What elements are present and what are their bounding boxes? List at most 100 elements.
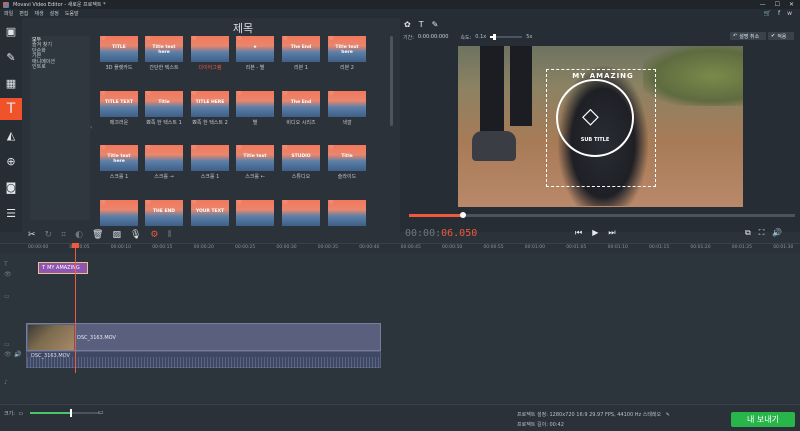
menu-help[interactable]: 도움말 xyxy=(65,10,79,17)
skip-back-icon[interactable]: ⏮ xyxy=(575,228,582,238)
menu-playback[interactable]: 재생 xyxy=(34,10,43,17)
title-template-tile[interactable]: ♡ Title text here 간단한 텍스트 xyxy=(145,36,183,72)
audio-clip[interactable]: DSC_3163.MOV xyxy=(26,351,381,368)
favorite-heart-icon[interactable]: ♡ xyxy=(101,36,105,42)
timeline-ruler[interactable]: 00:00:00 00:00:05 00:00:10 00:00:15 00:00:20… xyxy=(0,243,800,253)
import-tool[interactable]: ▣ xyxy=(0,20,22,42)
title-template-tile[interactable]: ♡ ★ 리본 - 별 xyxy=(236,36,274,72)
favorite-heart-icon[interactable]: ♡ xyxy=(283,145,287,151)
favorite-heart-icon[interactable]: ♡ xyxy=(101,200,105,206)
image-icon[interactable]: ▨ xyxy=(112,230,121,240)
zoom-out-icon[interactable]: ▭ xyxy=(18,411,23,417)
favorite-heart-icon[interactable]: ♡ xyxy=(192,200,196,206)
title-template-tile[interactable]: ♡ Title text here 스크롤 1 xyxy=(100,145,138,181)
title-template-tile[interactable]: ♡ TITLE 3D 플랫카드 xyxy=(100,36,138,72)
more-tools[interactable]: ☰ xyxy=(0,202,22,224)
video-volume-icon[interactable]: 🔊 xyxy=(14,351,21,358)
favorite-heart-icon[interactable]: ♡ xyxy=(192,91,196,97)
gallery-scrollbar[interactable] xyxy=(390,36,393,126)
favorite-heart-icon[interactable]: ♡ xyxy=(329,200,333,206)
maximize-button[interactable]: ☐ xyxy=(775,1,780,8)
menu-edit[interactable]: 편집 xyxy=(19,10,28,17)
video-preview[interactable]: MY AMAZING ◇ SUB TITLE xyxy=(458,46,743,207)
trash-icon[interactable]: 🗑 xyxy=(92,230,103,240)
filters-tool[interactable]: ✎ xyxy=(0,46,22,68)
favorite-heart-icon[interactable]: ♡ xyxy=(329,145,333,151)
title-template-tile[interactable]: ♡ Title text here 리본 2 xyxy=(328,36,366,72)
favorite-heart-icon[interactable]: ♡ xyxy=(329,91,333,97)
favorite-heart-icon[interactable]: ♡ xyxy=(192,36,196,42)
title-template-tile[interactable]: ♡ 스크롤 → xyxy=(145,145,183,181)
vk-icon[interactable]: w xyxy=(787,10,792,17)
menu-file[interactable]: 파일 xyxy=(4,10,13,17)
favorite-heart-icon[interactable]: ♡ xyxy=(237,91,241,97)
title-template-tile[interactable]: ♡ Title 슬라이드 xyxy=(328,145,366,181)
microphone-icon[interactable]: 🎙 xyxy=(130,230,141,240)
favorite-heart-icon[interactable]: ♡ xyxy=(146,145,150,151)
transitions-tool[interactable]: ▦ xyxy=(0,72,22,94)
cancel-changes-button[interactable]: ↶ 설명 취소 xyxy=(730,32,766,40)
favorite-heart-icon[interactable]: ♡ xyxy=(283,91,287,97)
video-clip[interactable]: DSC_3163.MOV xyxy=(26,323,381,351)
zoom-slider-knob[interactable] xyxy=(69,409,72,417)
title-template-tile[interactable]: ♡ 색깔 xyxy=(328,91,366,127)
category-intro[interactable]: 인트로 xyxy=(32,64,88,70)
apply-button[interactable]: ✔ 적용 xyxy=(768,32,794,40)
title-clip[interactable]: T MY AMAZING xyxy=(38,262,88,274)
favorite-heart-icon[interactable]: ♡ xyxy=(237,145,241,151)
favorite-heart-icon[interactable]: ♡ xyxy=(237,200,241,206)
duration-field[interactable]: 0:00:00:000 xyxy=(418,34,449,40)
speed-slider-knob[interactable] xyxy=(493,34,497,40)
zoom-slider[interactable] xyxy=(30,409,100,417)
video-visibility-icon[interactable]: 👁 xyxy=(4,351,12,358)
skip-forward-icon[interactable]: ⏭ xyxy=(608,228,615,238)
favorite-heart-icon[interactable]: ♡ xyxy=(329,36,333,42)
detach-preview-icon[interactable]: ⧉ xyxy=(745,228,751,238)
minimize-button[interactable]: — xyxy=(760,1,766,8)
stickers-tool[interactable]: ◭ xyxy=(0,124,22,146)
cart-icon[interactable]: 🛒 xyxy=(763,10,770,17)
text-icon[interactable]: T xyxy=(419,20,424,29)
title-template-tile[interactable]: ♡ Title text 스크롤 ← xyxy=(236,145,274,181)
title-template-tile[interactable]: ♡ Title 뾰족 한 텍스트 1 xyxy=(145,91,183,127)
favorite-heart-icon[interactable]: ♡ xyxy=(146,36,150,42)
menu-settings[interactable]: 설정 xyxy=(50,10,59,17)
favorite-heart-icon[interactable]: ♡ xyxy=(192,145,196,151)
export-button[interactable]: 내 보내기 xyxy=(731,412,795,427)
favorite-heart-icon[interactable]: ♡ xyxy=(146,200,150,206)
favorite-heart-icon[interactable]: ♡ xyxy=(101,145,105,151)
equalizer-icon[interactable]: ⫴ xyxy=(168,230,172,240)
favorite-heart-icon[interactable]: ♡ xyxy=(237,36,241,42)
title-template-tile[interactable]: ♡ 스크롤 1 xyxy=(191,145,229,181)
titles-tool[interactable]: T xyxy=(0,98,22,120)
title-template-tile[interactable]: ♡ TITLE HERE 뾰족 한 텍스트 2 xyxy=(191,91,229,127)
favorite-heart-icon[interactable]: ♡ xyxy=(283,36,287,42)
visibility-icon[interactable]: 👁 xyxy=(4,271,12,278)
crop-icon[interactable]: ⌗ xyxy=(61,230,66,240)
favorite-heart-icon[interactable]: ♡ xyxy=(101,91,105,97)
edit-settings-icon[interactable]: ✎ xyxy=(666,412,670,418)
brush-icon[interactable]: ✎ xyxy=(432,20,439,29)
rotate-icon[interactable]: ↻ xyxy=(45,230,53,240)
title-template-tile[interactable]: ♡ 별 xyxy=(236,91,274,127)
gear-icon[interactable]: ⚙ xyxy=(150,230,158,240)
title-template-tile[interactable]: ♡ The End 비디오 시리즈 xyxy=(282,91,320,127)
speed-slider[interactable] xyxy=(490,34,523,40)
zoom-in-icon[interactable]: ▭ xyxy=(98,409,104,416)
volume-icon[interactable]: 🔊 xyxy=(772,228,782,238)
title-template-tile[interactable]: ♡ TITLE TEXT 매끄러운 xyxy=(100,91,138,127)
title-template-tile[interactable]: ♡ 다이어그램 xyxy=(191,36,229,72)
frame-tool[interactable]: ◙ xyxy=(0,176,22,198)
playhead[interactable] xyxy=(72,243,79,373)
zoom-tool[interactable]: ⊕ xyxy=(0,150,22,172)
close-button[interactable]: ✕ xyxy=(789,1,794,8)
preview-scrubber[interactable] xyxy=(409,212,795,218)
fullscreen-icon[interactable]: ⛶ xyxy=(759,228,765,238)
title-template-tile[interactable]: ♡ The End 리본 1 xyxy=(282,36,320,72)
scissors-icon[interactable]: ✂ xyxy=(28,230,36,240)
facebook-icon[interactable]: f xyxy=(778,10,780,17)
scrubber-knob[interactable] xyxy=(460,212,467,218)
palette-icon[interactable]: ✿ xyxy=(404,20,411,29)
play-icon[interactable]: ▶ xyxy=(592,228,598,238)
title-template-tile[interactable]: ♡ STUDIO 스튜디오 xyxy=(282,145,320,181)
